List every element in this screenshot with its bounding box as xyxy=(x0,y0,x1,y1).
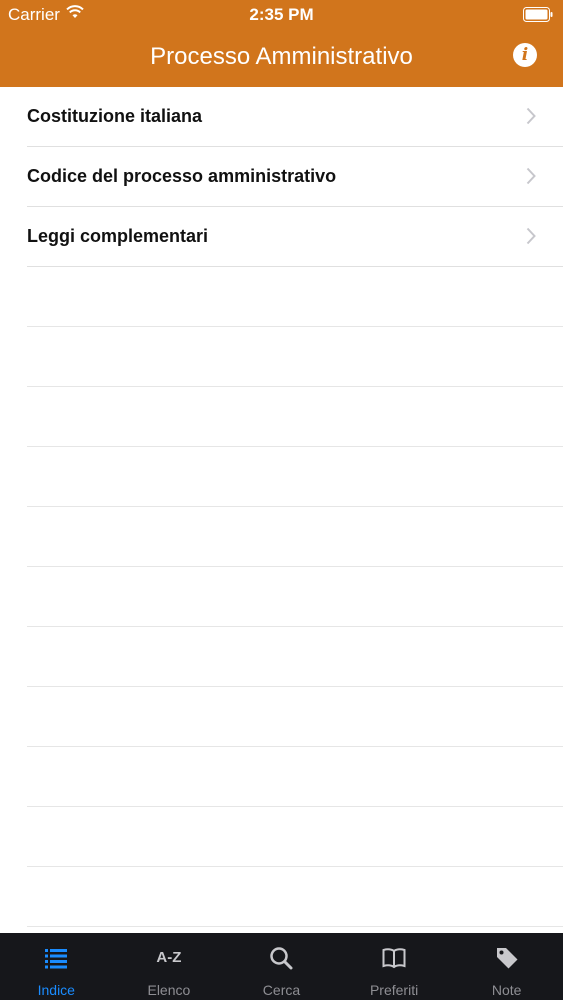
tab-elenco[interactable]: A-Z Elenco xyxy=(113,933,226,1000)
empty-row xyxy=(27,627,563,687)
chevron-right-icon xyxy=(526,167,536,185)
empty-row xyxy=(27,807,563,867)
tab-label: Preferiti xyxy=(369,982,419,998)
tab-note[interactable]: Note xyxy=(450,933,563,1000)
empty-row xyxy=(27,387,563,447)
empty-row xyxy=(27,327,563,387)
tab-cerca[interactable]: Cerca xyxy=(225,933,338,1000)
list-icon xyxy=(45,949,68,969)
list-item-label: Costituzione italiana xyxy=(27,106,203,126)
list-item[interactable]: Leggi complementari xyxy=(27,207,563,267)
search-icon xyxy=(270,947,293,970)
info-icon[interactable]: i xyxy=(513,43,537,67)
status-bar: Carrier 2:35 PM xyxy=(0,0,563,30)
book-icon xyxy=(382,948,406,969)
tab-label: Cerca xyxy=(262,982,301,998)
empty-row xyxy=(27,747,563,807)
page-title: Processo Amministrativo xyxy=(150,43,413,70)
empty-row xyxy=(27,867,563,927)
empty-row xyxy=(27,567,563,627)
tag-icon xyxy=(496,948,518,969)
empty-row xyxy=(27,267,563,327)
empty-row xyxy=(27,687,563,747)
list-item-label: Leggi complementari xyxy=(27,226,209,246)
tab-indice[interactable]: Indice xyxy=(0,933,113,1000)
tab-label: Indice xyxy=(37,982,75,998)
list-item[interactable]: Costituzione italiana xyxy=(27,87,563,147)
empty-row xyxy=(27,507,563,567)
list-item-label: Codice del processo amministrativo xyxy=(27,166,337,186)
battery-icon xyxy=(523,7,553,22)
tab-bar: Indice A-Z Elenco Cerca Preferiti Note xyxy=(0,933,563,1000)
tab-label: Note xyxy=(491,982,522,998)
status-time: 2:35 PM xyxy=(249,5,314,24)
tab-label: Elenco xyxy=(147,982,191,998)
chevron-right-icon xyxy=(526,227,536,245)
chevron-right-icon xyxy=(526,107,536,125)
nav-bar: Processo Amministrativo i xyxy=(0,32,563,82)
header: Carrier 2:35 PM Processo Amministrativo … xyxy=(0,0,563,87)
empty-row xyxy=(27,447,563,507)
az-sort-icon: A-Z xyxy=(156,949,182,966)
index-list: Costituzione italiana Codice del process… xyxy=(0,87,563,927)
tab-preferiti[interactable]: Preferiti xyxy=(338,933,451,1000)
list-item[interactable]: Codice del processo amministrativo xyxy=(27,147,563,207)
